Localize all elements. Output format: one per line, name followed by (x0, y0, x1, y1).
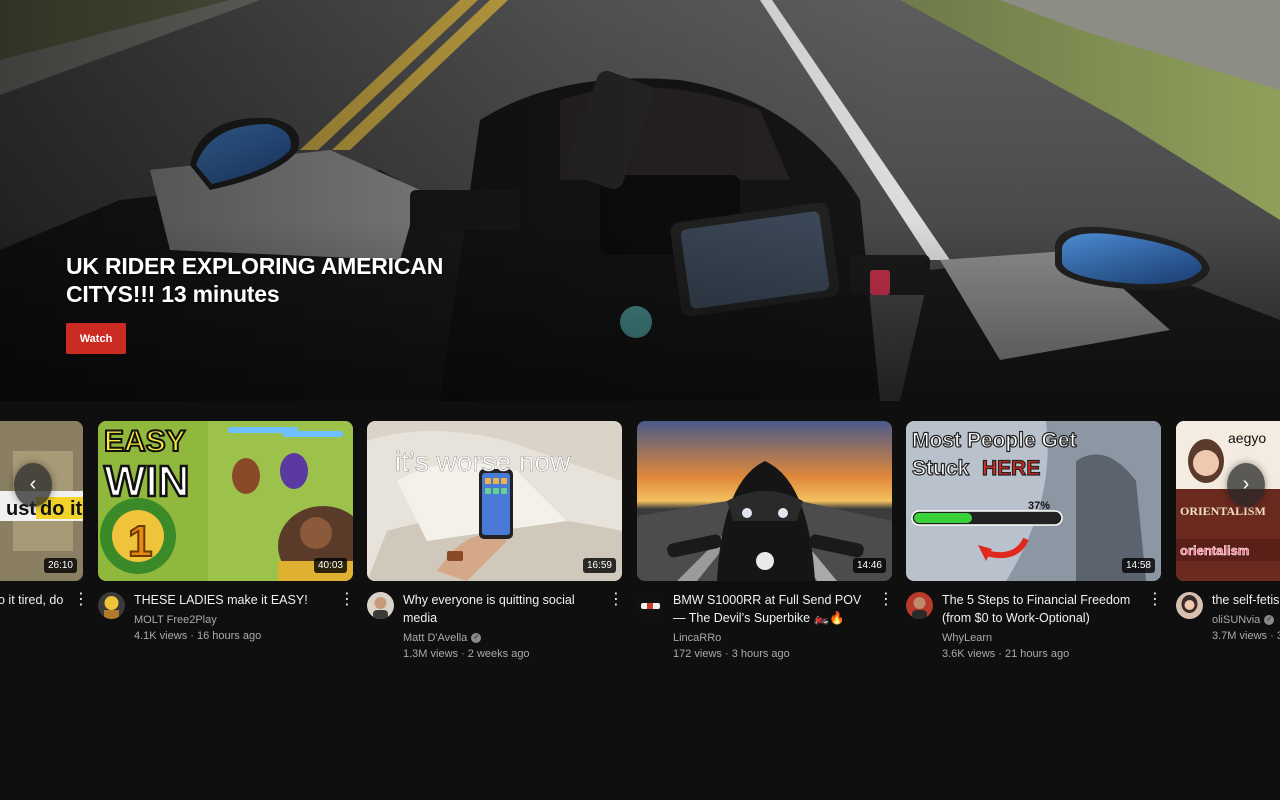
verified-icon: ✓ (471, 633, 482, 644)
thumbnail-image: it’s worse now (367, 421, 622, 581)
video-title[interactable]: THESE LADIES make it EASY! (134, 591, 334, 609)
video-meta: THESE LADIES make it EASY! MOLT Free2Pla… (134, 591, 334, 644)
thumbnail-image: 1 EASY WIN (98, 421, 353, 581)
thumbnail-text: it’s worse now (395, 446, 571, 477)
hero-banner[interactable]: UK RIDER EXPLORING AMERICAN CITYS!!! 13 … (0, 0, 1280, 401)
video-thumbnail[interactable]: it’s worse now 16:59 (367, 421, 622, 581)
thumbnail-image (637, 421, 892, 581)
thumbnail-text: Most People Get (912, 429, 1077, 452)
video-duration: 14:46 (852, 558, 886, 573)
channel-name[interactable]: LincaRRo (673, 630, 873, 646)
hero-title: UK RIDER EXPLORING AMERICAN CITYS!!! 13 … (66, 253, 444, 307)
thumbnail-image: Most People Get Stuck HERE 37% (906, 421, 1161, 581)
svg-text:HERE: HERE (982, 457, 1040, 480)
video-duration: 14:58 (1121, 558, 1155, 573)
video-title[interactable]: Why everyone is quitting social media (403, 591, 603, 627)
video-thumbnail[interactable]: 1 EASY WIN 40:03 (98, 421, 353, 581)
thumbnail-text: aegyo (1228, 430, 1266, 446)
video-meta: BMW S1000RR at Full Send POV — The Devil… (673, 591, 873, 662)
chevron-right-icon[interactable]: › (1227, 463, 1265, 507)
channel-label: oliSUNvia (1212, 614, 1261, 626)
chevron-left-icon[interactable]: ‹ (14, 463, 52, 507)
svg-text:do it: do it (40, 498, 83, 520)
watch-button[interactable]: Watch (66, 323, 126, 354)
video-shelf: ust do it 26:10 o it tired, do ⋮ 1 EASY … (0, 401, 1280, 800)
video-stats: 1.3M views · 2 weeks ago (403, 648, 530, 660)
video-stats: 3.6K views · 21 hours ago (942, 648, 1070, 660)
svg-text:EASY: EASY (104, 425, 186, 458)
channel-avatar[interactable] (637, 592, 664, 619)
video-meta: the self-fetis koreaboos & oliSUNvia✓ 3.… (1212, 591, 1280, 644)
channel-avatar[interactable] (98, 592, 125, 619)
video-title[interactable]: BMW S1000RR at Full Send POV — The Devil… (673, 591, 873, 627)
verified-icon: ✓ (1264, 615, 1275, 626)
more-actions-icon[interactable]: ⋮ (878, 592, 894, 613)
video-thumbnail[interactable]: Most People Get Stuck HERE 37% 14:58 (906, 421, 1161, 581)
channel-name[interactable]: Matt D'Avella ✓ (403, 630, 603, 646)
video-title[interactable]: the self-fetis koreaboos & (1212, 591, 1280, 609)
more-actions-icon[interactable]: ⋮ (339, 592, 355, 613)
more-actions-icon[interactable]: ⋮ (608, 592, 624, 613)
more-actions-icon[interactable]: ⋮ (1147, 592, 1163, 613)
video-stats: 3.7M views · 3 (1212, 630, 1280, 642)
svg-text:Stuck: Stuck (912, 457, 970, 480)
video-duration: 16:59 (582, 558, 616, 573)
channel-avatar[interactable] (1176, 592, 1203, 619)
channel-label: Matt D'Avella (403, 632, 468, 644)
more-actions-icon[interactable]: ⋮ (73, 592, 89, 613)
video-stats: 4.1K views · 16 hours ago (134, 630, 262, 642)
channel-name[interactable]: WhyLearn (942, 630, 1142, 646)
svg-text:WIN: WIN (104, 457, 190, 506)
video-thumbnail[interactable]: aegyo ORIENTALISM orientalism (1176, 421, 1280, 581)
hero-overlay (0, 0, 1280, 401)
video-duration: 40:03 (313, 558, 347, 573)
svg-text:1: 1 (128, 517, 152, 566)
svg-text:orientalism: orientalism (1180, 543, 1249, 558)
video-meta: Why everyone is quitting social media Ma… (403, 591, 603, 662)
channel-name[interactable]: MOLT Free2Play (134, 612, 334, 628)
channel-avatar[interactable] (367, 592, 394, 619)
channel-avatar[interactable] (906, 592, 933, 619)
channel-name[interactable]: oliSUNvia ✓ (1212, 612, 1280, 628)
video-meta: The 5 Steps to Financial Freedom (from $… (942, 591, 1142, 662)
video-thumbnail[interactable]: 14:46 (637, 421, 892, 581)
svg-text:ORIENTALISM: ORIENTALISM (1180, 504, 1266, 518)
svg-text:37%: 37% (1028, 500, 1050, 512)
video-stats: 172 views · 3 hours ago (673, 648, 790, 660)
video-title[interactable]: The 5 Steps to Financial Freedom (from $… (942, 591, 1142, 627)
thumbnail-image: aegyo ORIENTALISM orientalism (1176, 421, 1280, 581)
video-duration: 26:10 (43, 558, 77, 573)
